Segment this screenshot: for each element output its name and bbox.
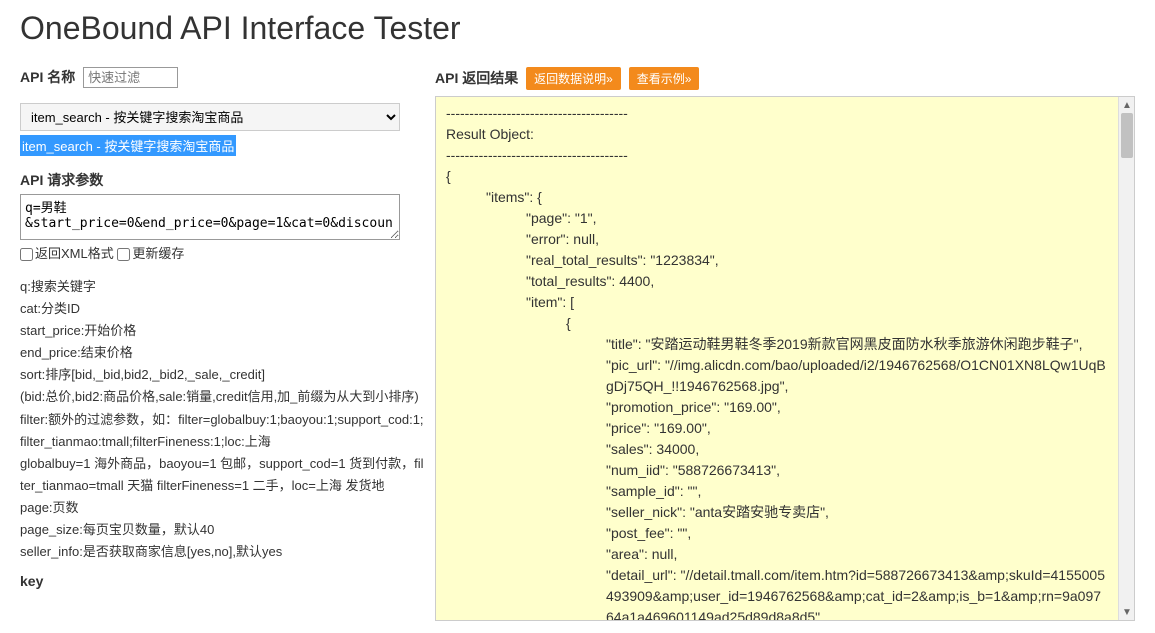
scroll-thumb[interactable] (1121, 113, 1133, 158)
result-line: "pic_url": "//img.alicdn.com/bao/uploade… (446, 355, 1108, 397)
result-line: "num_iid": "588726673413", (446, 460, 1108, 481)
result-line: "area": null, (446, 544, 1108, 565)
param-desc-line: (bid:总价,bid2:商品价格,sale:销量,credit信用,加_前缀为… (20, 386, 425, 408)
checkbox-xml[interactable] (20, 248, 33, 261)
param-desc-line: page:页数 (20, 497, 425, 519)
param-desc-line: end_price:结束价格 (20, 342, 425, 364)
param-desc-line: globalbuy=1 海外商品，baoyou=1 包邮，support_cod… (20, 453, 425, 497)
key-label: key (20, 573, 425, 589)
api-name-label: API 名称 (20, 67, 75, 87)
result-line: --------------------------------------- (446, 145, 1108, 166)
param-desc-line: filter:额外的过滤参数，如：filter=globalbuy:1;baoy… (20, 409, 425, 453)
scroll-up-icon[interactable]: ▲ (1119, 97, 1135, 113)
result-line: { (446, 313, 1108, 334)
result-line: "post_fee": "", (446, 523, 1108, 544)
result-line: "sales": 34000, (446, 439, 1108, 460)
left-panel: API 名称 item_search - 按关键字搜索淘宝商品 item_sea… (20, 67, 425, 621)
result-line: "title": "安踏运动鞋男鞋冬季2019新款官网黑皮面防水秋季旅游休闲跑步… (446, 334, 1108, 355)
param-desc-line: q:搜索关键字 (20, 276, 425, 298)
result-box: ---------------------------------------R… (435, 96, 1135, 621)
param-description: q:搜索关键字cat:分类IDstart_price:开始价格end_price… (20, 276, 425, 563)
right-panel: API 返回结果 返回数据说明» 查看示例» -----------------… (435, 67, 1135, 621)
result-line: "promotion_price": "169.00", (446, 397, 1108, 418)
result-line: { (446, 166, 1108, 187)
params-label: API 请求参数 (20, 170, 103, 190)
result-line: "seller_nick": "anta安踏安驰专卖店", (446, 502, 1108, 523)
checkbox-cache[interactable] (117, 248, 130, 261)
result-line: "sample_id": "", (446, 481, 1108, 502)
params-textarea[interactable] (20, 194, 400, 240)
param-desc-line: page_size:每页宝贝数量，默认40 (20, 519, 425, 541)
checkbox-xml-label: 返回XML格式 (35, 246, 114, 261)
param-desc-line: cat:分类ID (20, 298, 425, 320)
param-desc-line: seller_info:是否获取商家信息[yes,no],默认yes (20, 541, 425, 563)
result-line: "real_total_results": "1223834", (446, 250, 1108, 271)
explain-button[interactable]: 返回数据说明» (526, 67, 621, 90)
result-line: "items": { (446, 187, 1108, 208)
result-line: "item": [ (446, 292, 1108, 313)
scrollbar[interactable]: ▲ ▼ (1118, 97, 1134, 620)
result-line: "error": null, (446, 229, 1108, 250)
result-line: "page": "1", (446, 208, 1108, 229)
result-line: Result Object: (446, 124, 1108, 145)
result-line: "total_results": 4400, (446, 271, 1108, 292)
example-button[interactable]: 查看示例» (629, 67, 700, 90)
result-line: "detail_url": "//detail.tmall.com/item.h… (446, 565, 1108, 621)
api-select[interactable]: item_search - 按关键字搜索淘宝商品 (20, 103, 400, 131)
checkbox-cache-label: 更新缓存 (132, 246, 184, 261)
page-title: OneBound API Interface Tester (20, 10, 1135, 47)
result-label: API 返回结果 (435, 68, 518, 88)
param-desc-line: sort:排序[bid,_bid,bid2,_bid2,_sale,_credi… (20, 364, 425, 386)
result-line: --------------------------------------- (446, 103, 1108, 124)
scroll-down-icon[interactable]: ▼ (1119, 604, 1135, 620)
api-highlighted-option[interactable]: item_search - 按关键字搜索淘宝商品 (20, 135, 236, 156)
result-content: ---------------------------------------R… (446, 103, 1124, 621)
filter-input[interactable] (83, 67, 178, 88)
result-line: "price": "169.00", (446, 418, 1108, 439)
param-desc-line: start_price:开始价格 (20, 320, 425, 342)
